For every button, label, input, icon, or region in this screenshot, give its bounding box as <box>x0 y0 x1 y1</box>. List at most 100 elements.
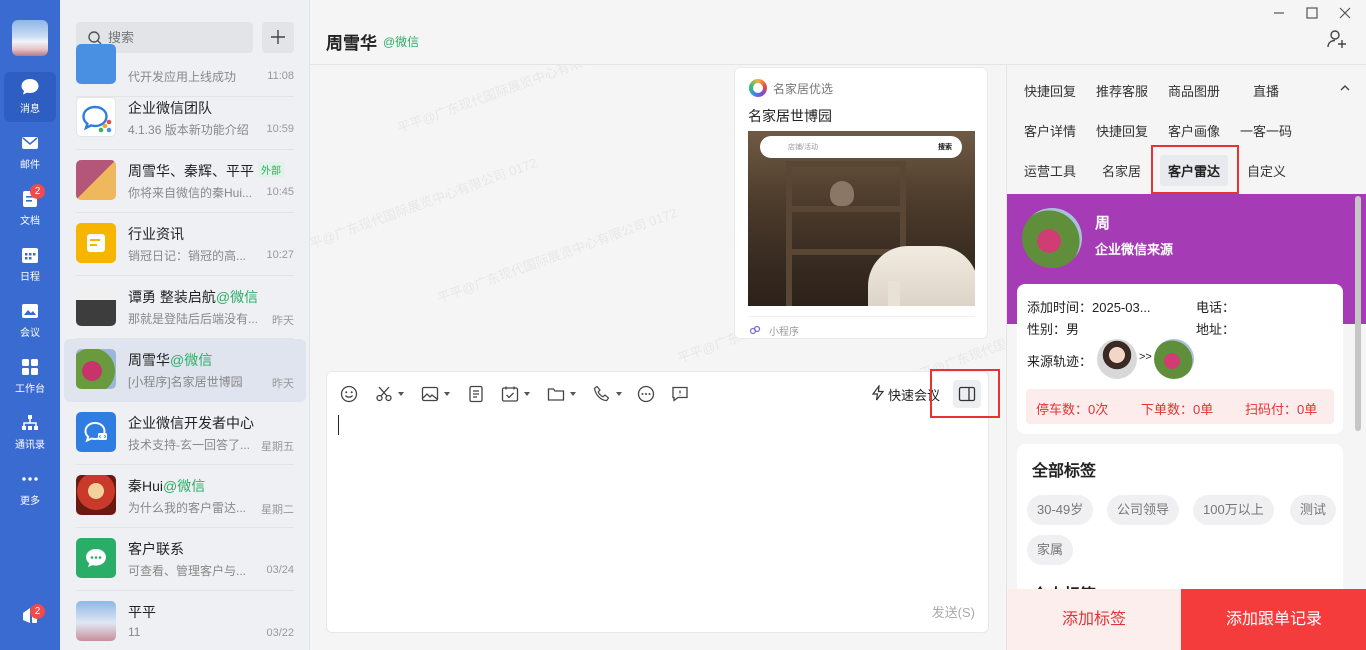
tab-quick-reply[interactable]: 快捷回复 <box>1024 81 1076 100</box>
vase-shape <box>830 181 854 206</box>
nav-item-messages[interactable]: 消息 <box>4 72 56 122</box>
conversation-item[interactable]: 行业资讯 销冠日记：销冠的高... 10:27 <box>64 213 306 276</box>
trail-arrow: >> <box>1139 351 1152 363</box>
order-count: 下单数：0单 <box>1141 402 1214 417</box>
chevron-up-icon[interactable] <box>1339 82 1351 94</box>
add-user-icon[interactable] <box>1326 28 1348 50</box>
conversation-name: 平平 <box>128 604 156 620</box>
conversation-snippet: 技术支持-玄一回答了... <box>128 438 250 452</box>
trail-avatar-1[interactable] <box>1097 339 1137 379</box>
brand-logo-icon <box>749 79 767 97</box>
nav-label: 会议 <box>20 328 40 339</box>
nav-item-contacts[interactable]: 通讯录 <box>4 408 56 458</box>
nav-item-meeting[interactable]: 会议 <box>4 296 56 346</box>
tag-chip[interactable]: 测试 <box>1290 495 1337 525</box>
tab-operation-tools[interactable]: 运营工具 <box>1024 161 1076 180</box>
tab-one-customer-one-code[interactable]: 一客一码 <box>1240 121 1292 140</box>
conversation-time: 11:08 <box>267 70 294 82</box>
conversation-time: 星期二 <box>261 504 294 516</box>
conversation-item[interactable]: 秦Hui@微信 为什么我的客户雷达... 星期二 <box>64 465 306 528</box>
conversation-item[interactable]: 企业微信团队 4.1.36 版本新功能介绍 10:59 <box>64 87 306 150</box>
note-icon[interactable] <box>466 384 486 404</box>
nav-label: 工作台 <box>15 384 45 395</box>
panel-scrollbar[interactable] <box>1355 196 1361 431</box>
maximize-icon[interactable] <box>1303 4 1321 22</box>
conversation-time: 03/22 <box>266 627 294 639</box>
conversation-name: 企业微信开发者中心 <box>128 415 254 431</box>
call-tool[interactable] <box>592 384 622 404</box>
emoji-icon[interactable] <box>339 384 359 404</box>
nav-item-docs[interactable]: 文档 2 <box>4 184 56 234</box>
tab-live[interactable]: 直播 <box>1253 81 1279 100</box>
nav-item-more[interactable]: 更多 <box>4 464 56 514</box>
screenshot-tool[interactable] <box>374 384 404 404</box>
tag-chip[interactable]: 家属 <box>1027 535 1074 565</box>
tag-chip[interactable]: 100万以上 <box>1193 495 1274 525</box>
customer-name: 周 <box>1095 215 1111 232</box>
add-tag-button[interactable]: 添加标签 <box>1007 589 1181 650</box>
tab-customer-profile[interactable]: 客户画像 <box>1168 121 1220 140</box>
image-tool[interactable] <box>420 384 450 404</box>
folder-icon <box>547 388 565 401</box>
conversation-item[interactable]: 平平 11 03/22 <box>64 591 306 650</box>
tab-custom[interactable]: 自定义 <box>1247 161 1286 180</box>
calendar-icon <box>22 248 38 263</box>
conversation-snippet: 你将来自微信的秦Hui... <box>128 186 253 200</box>
trail-avatar-2[interactable] <box>1154 339 1194 379</box>
message-composer[interactable]: 快速会议 发送(S) <box>326 371 989 633</box>
customer-source: 企业微信来源 <box>1095 242 1174 257</box>
user-avatar[interactable] <box>12 20 48 56</box>
mini-program-icon <box>749 325 761 335</box>
card-image: 店铺/活动 搜索 <box>748 131 975 306</box>
conversation-name: 行业资讯 <box>128 226 184 242</box>
tab-quick-reply-2[interactable]: 快捷回复 <box>1096 121 1148 140</box>
conversation-time: 10:27 <box>266 249 294 261</box>
tab-recommend-service[interactable]: 推荐客服 <box>1096 81 1148 100</box>
mini-program-card[interactable]: 名家居优选 名家居世博园 店铺/活动 搜索 小程序 <box>734 67 988 339</box>
chat-title-suffix: @微信 <box>383 35 420 49</box>
conversation-time: 星期五 <box>261 441 294 453</box>
docs-badge: 2 <box>30 184 45 199</box>
conversation-item[interactable]: 周雪华、秦辉、平平 外部 你将来自微信的秦Hui... 10:45 <box>64 150 306 213</box>
tag-chip[interactable]: 30-49岁 <box>1027 495 1094 525</box>
tab-product-album[interactable]: 商品图册 <box>1168 81 1220 100</box>
conversation-name: 企业微信团队 <box>128 100 212 116</box>
contact-avatar <box>76 601 116 641</box>
conversation-item-selected[interactable]: 周雪华@微信 [小程序]名家居世博园 昨天 <box>64 339 306 402</box>
nav-item-workbench[interactable]: 工作台 <box>4 352 56 402</box>
highlight-box-radar-tab <box>1151 145 1239 194</box>
tag-chip[interactable]: 公司领导 <box>1107 495 1180 525</box>
customer-contact-avatar <box>76 538 116 578</box>
parking-count: 停车数：0次 <box>1036 402 1109 417</box>
card-search-placeholder: 店铺/活动 <box>788 144 818 151</box>
chat-record-icon[interactable] <box>670 384 690 404</box>
conversation-item[interactable]: 谭勇 整装启航@微信 那就是登陆后后端没有... 昨天 <box>64 276 306 339</box>
close-icon[interactable] <box>1336 4 1354 22</box>
more-options-icon[interactable] <box>636 384 656 404</box>
notifications-badge: 2 <box>30 604 45 619</box>
conversation-time: 10:59 <box>266 123 294 135</box>
minimize-icon[interactable] <box>1270 4 1288 22</box>
conversation-snippet: 4.1.36 版本新功能介绍 <box>128 123 249 137</box>
dev-center-icon <box>84 421 107 443</box>
nav-item-calendar[interactable]: 日程 <box>4 240 56 290</box>
conversation-item[interactable]: 企业微信开发者中心 技术支持-玄一回答了... 星期五 <box>64 402 306 465</box>
add-time: 添加时间：2025-03... <box>1027 300 1151 315</box>
customer-avatar <box>1022 208 1082 268</box>
card-title: 名家居世博园 <box>748 108 832 124</box>
file-tool[interactable] <box>546 384 576 404</box>
tab-mingjiaju[interactable]: 名家居 <box>1102 161 1141 180</box>
nav-item-notifications[interactable]: 2 <box>4 600 56 640</box>
customer-info-card: 添加时间：2025-03... 电话： 性别：男 地址： 来源轨迹： >> 停车… <box>1017 284 1343 434</box>
schedule-tool[interactable] <box>500 384 530 404</box>
conversation-item[interactable]: 客户联系 可查看、管理客户与... 03/24 <box>64 528 306 591</box>
send-button[interactable]: 发送(S) <box>932 602 975 621</box>
calendar-check-icon <box>501 386 519 402</box>
nav-item-mail[interactable]: 邮件 <box>4 128 56 178</box>
add-follow-record-button[interactable]: 添加跟单记录 <box>1181 589 1366 650</box>
left-nav: 消息 邮件 文档 2 日程 会议 工作台 通讯录 更多 2 <box>0 0 60 650</box>
watermark: 平平@广东现代国际展览中心有限公司 0172 <box>395 65 639 136</box>
conversation-name: 秦Hui@微信 <box>128 478 206 494</box>
card-footer: 小程序 <box>748 316 975 338</box>
tab-customer-detail[interactable]: 客户详情 <box>1024 121 1076 140</box>
